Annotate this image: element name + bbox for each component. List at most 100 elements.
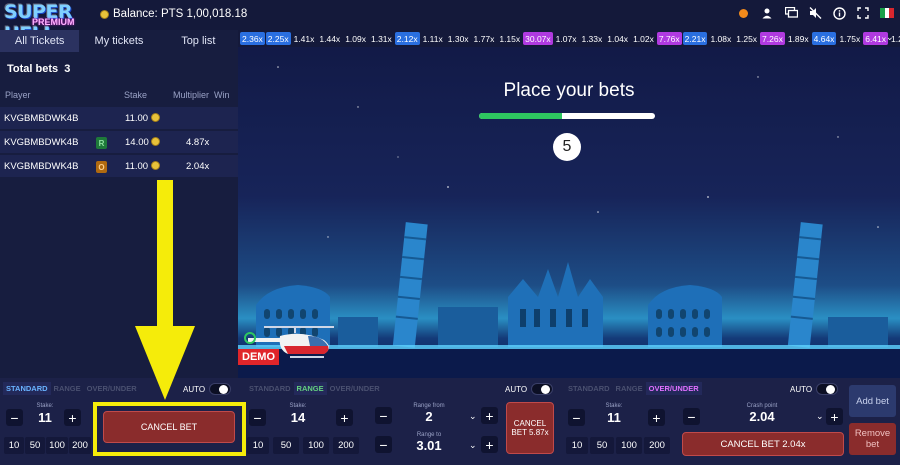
top-icons <box>736 6 895 20</box>
italy-flag-icon[interactable] <box>880 6 895 20</box>
tab-all-tickets[interactable]: All Tickets <box>0 30 80 52</box>
total-bets: Total bets 3 <box>7 63 70 75</box>
coin-orange-icon[interactable] <box>736 6 750 20</box>
coin-icon <box>100 9 109 19</box>
multiplier-chip: 1.30x <box>447 33 469 44</box>
multiplier-chip: 1.07x <box>555 33 577 44</box>
multiplier-chip: 1.08x <box>710 33 732 44</box>
table-row: KVGBMBDWK4B R 14.00 4.87x <box>0 131 238 153</box>
mode-over-under[interactable]: OVER/UNDER <box>84 382 140 395</box>
quick-amount-10[interactable]: 10 <box>566 437 588 454</box>
add-bet-button[interactable]: Add bet <box>849 385 896 417</box>
mode-range[interactable]: RANGE <box>613 382 646 395</box>
multiplier-chip: 4.64x <box>811 32 837 45</box>
balance-text: Balance: PTS 1,00,018.18 <box>113 8 248 20</box>
multiplier-chip: 1.77x <box>473 33 495 44</box>
quick-amount-10[interactable]: 10 <box>4 437 24 454</box>
quick-amount-50[interactable]: 50 <box>25 437 45 454</box>
quick-amount-10[interactable]: 10 <box>247 437 269 454</box>
stake-plus-button[interactable]: + <box>648 409 665 426</box>
row-stake: 11.00 <box>125 113 149 124</box>
mode-over-under[interactable]: OVER/UNDER <box>645 382 702 395</box>
stake-label: Stake: <box>289 403 307 409</box>
quick-amount-50[interactable]: 50 <box>590 437 614 454</box>
auto-toggle[interactable]: AUTO <box>790 383 839 395</box>
multiplier-chip: 1.04x <box>607 33 629 44</box>
stake-minus-button[interactable]: − <box>249 409 266 426</box>
place-bets-heading: Place your bets <box>503 80 635 101</box>
auto-switch[interactable] <box>816 383 839 395</box>
col-stake: Stake <box>124 90 148 100</box>
row-multiplier: 2.04x <box>186 161 210 172</box>
demo-badge: DEMO <box>238 349 279 365</box>
sidebar-tabs: All Tickets My tickets Top list <box>0 30 238 52</box>
quick-amount-200[interactable]: 200 <box>333 437 359 454</box>
user-icon[interactable] <box>760 6 774 20</box>
sound-muted-icon[interactable] <box>808 6 822 20</box>
stake-plus-button[interactable]: + <box>64 409 81 426</box>
range-from-plus-button[interactable]: + <box>481 407 498 424</box>
quick-amount-100[interactable]: 100 <box>303 437 329 454</box>
multiplier-chip: 2.25x <box>265 32 291 45</box>
crash-point-plus-button[interactable]: + <box>826 408 843 425</box>
auto-switch[interactable] <box>531 383 554 395</box>
quick-amount-100[interactable]: 100 <box>46 437 68 454</box>
range-from-minus-button[interactable]: − <box>375 407 392 424</box>
auto-toggle[interactable]: AUTO <box>505 383 554 395</box>
multiplier-chip: 1.33x <box>581 33 603 44</box>
stake-minus-button[interactable]: − <box>6 409 23 426</box>
crash-point-minus-button[interactable]: − <box>683 408 700 425</box>
chevron-down-icon[interactable]: ⌄ <box>886 32 896 43</box>
super-heli-logo: SUPER HELI PREMIUM <box>4 1 96 45</box>
chevron-down-icon[interactable]: ⌄ <box>469 411 477 422</box>
chevron-down-icon[interactable]: ⌄ <box>469 440 477 451</box>
countdown-timer: 5 <box>553 133 581 161</box>
mode-standard[interactable]: STANDARD <box>246 382 294 395</box>
chat-icon[interactable] <box>784 6 798 20</box>
stake-value[interactable]: 14 <box>283 410 313 425</box>
remove-bet-button[interactable]: Remove bet <box>849 423 896 455</box>
mode-range[interactable]: RANGE <box>51 382 84 395</box>
quick-amount-200[interactable]: 200 <box>644 437 670 454</box>
range-from-value[interactable]: 2 <box>409 409 449 424</box>
auto-label: AUTO <box>790 384 813 394</box>
stake-label: Stake: <box>605 403 623 409</box>
stake-plus-button[interactable]: + <box>336 409 353 426</box>
coin-icon <box>151 113 160 122</box>
multiplier-history: 2.36x 2.25x 1.41x 1.44x 1.09x 1.31x 2.12x 1.11x… <box>238 30 900 47</box>
multiplier-chip: 30.07x <box>523 32 553 45</box>
mode-standard[interactable]: STANDARD <box>565 382 613 395</box>
col-win: Win <box>214 90 230 100</box>
range-to-plus-button[interactable]: + <box>481 436 498 453</box>
tab-top-list[interactable]: Top list <box>159 30 238 52</box>
bets-table-header: Player Stake Multiplier Win <box>0 90 238 104</box>
quick-amount-100[interactable]: 100 <box>616 437 642 454</box>
stake-value[interactable]: 11 <box>30 410 60 425</box>
mode-range[interactable]: RANGE <box>293 382 327 395</box>
cancel-bet-range-button[interactable]: CANCEL BET 5.87x <box>506 402 554 454</box>
info-icon[interactable] <box>832 6 846 20</box>
quick-amount-200[interactable]: 200 <box>69 437 91 454</box>
mode-standard[interactable]: STANDARD <box>3 382 51 395</box>
chevron-down-icon[interactable]: ⌄ <box>816 411 824 422</box>
bet-panel-over-under: STANDARD RANGE OVER/UNDER AUTO − Stake: … <box>562 378 846 465</box>
row-player: KVGBMBDWK4B <box>4 161 79 172</box>
table-row: KVGBMBDWK4B O 11.00 2.04x <box>0 155 238 177</box>
mode-over-under[interactable]: OVER/UNDER <box>327 382 383 395</box>
progress-fill <box>479 113 562 119</box>
range-to-minus-button[interactable]: − <box>375 436 392 453</box>
stake-value[interactable]: 11 <box>599 410 629 425</box>
stake-label: Stake: <box>36 403 54 409</box>
quick-amount-50[interactable]: 50 <box>273 437 299 454</box>
multiplier-chip: 6.41x <box>863 32 889 45</box>
row-stake: 11.00 <box>125 161 149 172</box>
tab-my-tickets[interactable]: My tickets <box>79 30 158 52</box>
auto-switch[interactable] <box>209 383 232 395</box>
stake-minus-button[interactable]: − <box>568 409 585 426</box>
range-to-value[interactable]: 3.01 <box>409 438 449 453</box>
fullscreen-icon[interactable] <box>856 6 870 20</box>
logo-subtitle: PREMIUM <box>32 17 75 27</box>
bets-sidebar: All Tickets My tickets Top list Total be… <box>0 30 238 378</box>
crash-point-value[interactable]: 2.04 <box>732 409 792 424</box>
cancel-bet-over-under-button[interactable]: CANCEL BET 2.04x <box>682 432 844 456</box>
